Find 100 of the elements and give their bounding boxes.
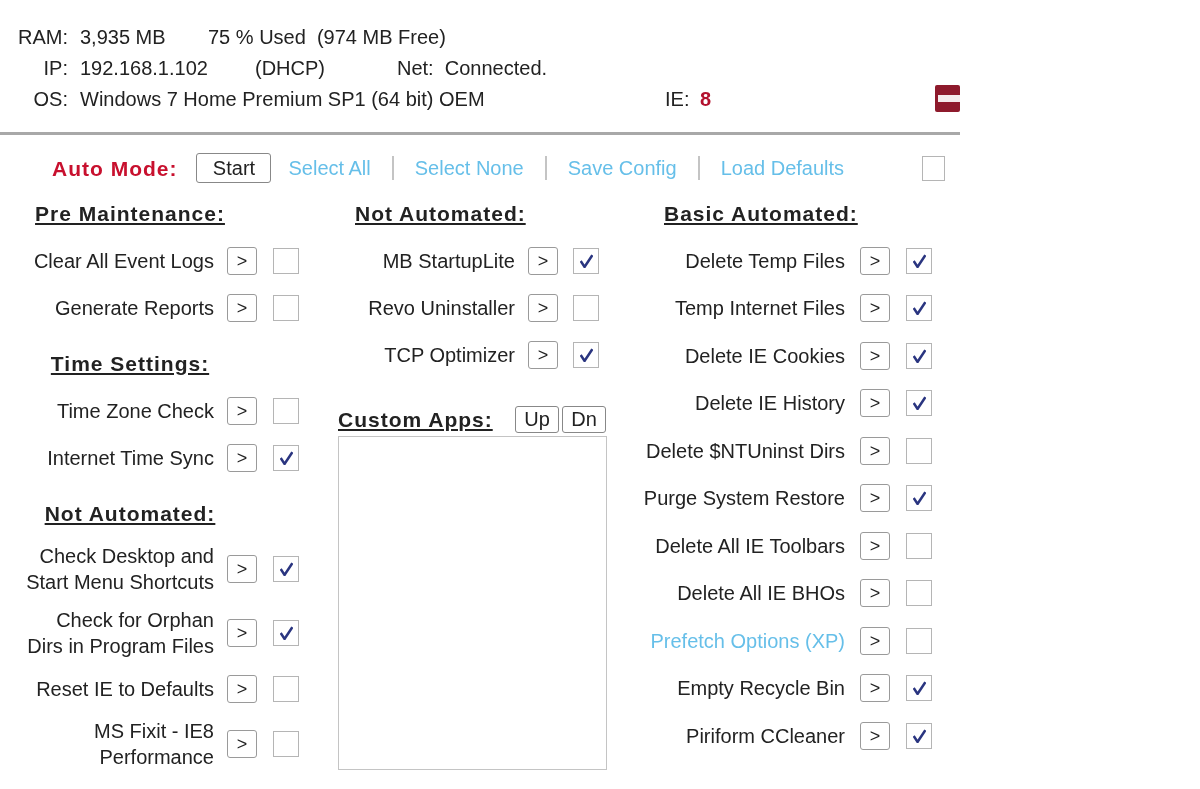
checkbox[interactable] [573, 247, 599, 274]
checkbox[interactable] [906, 722, 932, 749]
task-label: Delete All IE Toolbars [655, 533, 845, 559]
task-label: Clear All Event Logs [33, 248, 214, 274]
check-icon [579, 347, 593, 362]
task-label: Reset IE to Defaults [36, 676, 214, 702]
ip-address-text: 192.168.1.102 [80, 57, 209, 78]
check-icon [912, 491, 926, 506]
checkbox[interactable] [906, 437, 932, 464]
checkbox[interactable] [906, 295, 932, 322]
checkbox[interactable] [273, 556, 299, 582]
go-button[interactable]: > [860, 721, 890, 750]
task-label: MB StartupLite [382, 248, 515, 274]
go-button[interactable]: > [860, 341, 890, 370]
go-button[interactable]: > [860, 579, 890, 608]
checkbox[interactable] [922, 155, 945, 181]
checkbox[interactable] [906, 675, 932, 702]
task-label: Delete IE History [694, 391, 845, 417]
checkbox[interactable] [273, 294, 299, 321]
section-heading: Not Automated: [355, 202, 526, 224]
go-button[interactable]: > [860, 246, 890, 275]
move-button[interactable]: Dn [562, 405, 606, 433]
go-button[interactable]: > [860, 389, 890, 418]
ip-mode-text: (DHCP) [255, 57, 326, 78]
move-button[interactable]: Up [515, 405, 559, 433]
go-button[interactable]: > [860, 294, 890, 323]
check-icon [912, 396, 926, 411]
memory-total-text: 3,935 MB [80, 26, 167, 47]
flag-icon [935, 85, 960, 112]
task-label: Delete $NTUninst Dirs [646, 438, 845, 464]
task-label: Delete Temp Files [685, 248, 845, 274]
checkbox[interactable] [906, 390, 932, 417]
check-icon [912, 681, 926, 696]
task-label: Revo Uninstaller [368, 295, 515, 321]
checkbox[interactable] [906, 627, 932, 654]
task-label: Internet Time Sync [47, 445, 214, 471]
checkbox[interactable] [273, 731, 299, 757]
check-icon [579, 253, 593, 268]
go-button[interactable]: > [227, 619, 257, 647]
checkbox[interactable] [906, 247, 932, 274]
checkbox[interactable] [573, 294, 599, 321]
field-label: OS: [32, 88, 68, 109]
go-button[interactable]: > [227, 555, 257, 583]
section-heading: Not Automated: [44, 502, 216, 524]
section-heading: Basic Automated: [664, 202, 858, 224]
check-icon [912, 348, 926, 363]
check-icon [912, 728, 926, 743]
task-label: Purge System Restore [643, 486, 845, 512]
section-heading: Time Settings: [50, 352, 210, 374]
checkbox[interactable] [273, 444, 299, 471]
go-button[interactable]: > [227, 396, 257, 425]
task-label: Piriform CCleaner [686, 723, 845, 749]
go-button[interactable]: > [860, 484, 890, 513]
task-label: Temp Internet Files [674, 296, 845, 322]
check-icon [279, 626, 293, 640]
checkbox[interactable] [906, 580, 932, 607]
os-name-text: Windows 7 Home Premium SP1 (64 bit) OEM [80, 88, 486, 109]
field-label: RAM: [17, 26, 68, 47]
go-button[interactable]: > [860, 531, 890, 560]
task-label: Prefetch Options (XP) [650, 628, 845, 654]
checkbox[interactable] [273, 675, 299, 702]
checkbox[interactable] [906, 342, 932, 369]
task-label: Generate Reports [55, 295, 214, 321]
checkbox[interactable] [273, 247, 299, 274]
task-label: Check for Orphan Dirs in Program Files [27, 608, 214, 659]
check-icon [279, 450, 293, 465]
checkbox[interactable] [273, 397, 299, 424]
go-button[interactable]: > [227, 730, 257, 758]
task-label: Delete IE Cookies [684, 343, 845, 369]
auto-mode-label: Auto Mode: [52, 157, 178, 179]
task-label: Delete All IE BHOs [677, 581, 845, 607]
check-icon [912, 253, 926, 268]
checkbox[interactable] [273, 620, 299, 646]
section-heading: Pre Maintenance: [35, 202, 225, 224]
task-label: Empty Recycle Bin [677, 676, 845, 702]
check-icon [279, 562, 293, 576]
task-label: MS Fixit - IE8 Performance [94, 719, 214, 770]
task-label: Time Zone Check [56, 398, 214, 424]
ie-version-text: 8 [700, 88, 712, 109]
go-button[interactable]: > [227, 246, 257, 275]
network-status-text: Net: Connected. [397, 57, 548, 78]
go-button[interactable]: > [860, 436, 890, 465]
checkbox[interactable] [573, 341, 599, 368]
field-label: IP: [42, 57, 68, 78]
go-button[interactable]: > [860, 674, 890, 703]
start-button[interactable]: Start [196, 153, 272, 183]
go-button[interactable]: > [528, 293, 558, 322]
go-button[interactable]: > [528, 246, 558, 275]
checkbox[interactable] [906, 485, 932, 512]
memory-usage-text: 75 % Used (974 MB Free) [208, 26, 446, 47]
go-button[interactable]: > [227, 443, 257, 472]
go-button[interactable]: > [860, 626, 890, 655]
go-button[interactable]: > [528, 340, 558, 369]
go-button[interactable]: > [227, 674, 257, 703]
task-label: TCP Optimizer [384, 342, 515, 368]
field-label: IE: [665, 88, 691, 109]
go-button[interactable]: > [227, 293, 257, 322]
task-label: Check Desktop and Start Menu Shortcuts [26, 544, 214, 595]
checkbox[interactable] [906, 532, 932, 559]
section-heading: Custom Apps: [338, 408, 493, 430]
